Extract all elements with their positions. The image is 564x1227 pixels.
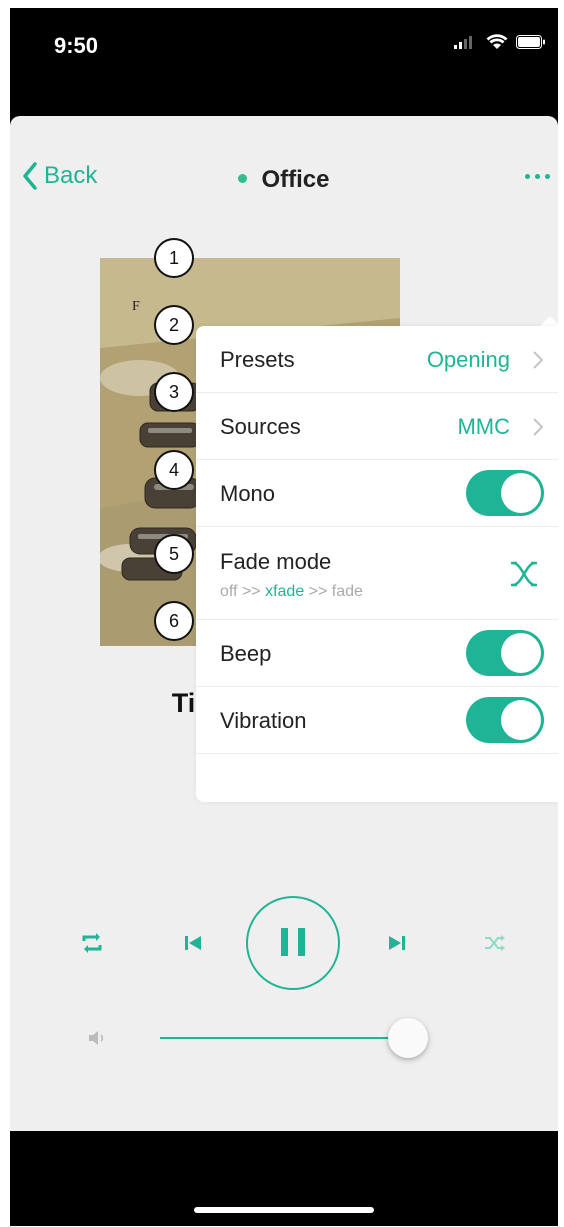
- menu-item-presets[interactable]: Presets Opening: [196, 326, 558, 393]
- menu-item-sources[interactable]: Sources MMC: [196, 393, 558, 460]
- next-track-button[interactable]: [388, 934, 406, 957]
- repeat-icon: [82, 933, 102, 953]
- menu-item-label: Vibration: [220, 708, 307, 733]
- previous-track-button[interactable]: [184, 934, 202, 957]
- sources-value: MMC: [457, 414, 510, 439]
- vibration-toggle[interactable]: [466, 697, 544, 743]
- album-art-mark: F: [132, 299, 140, 314]
- status-time: 9:50: [54, 33, 99, 58]
- status-bar: 9:50: [10, 8, 558, 116]
- annotation-number-4: 4: [154, 450, 194, 490]
- crossfade-icon: [511, 561, 537, 587]
- chevron-right-icon: [533, 418, 544, 436]
- wifi-icon: [486, 34, 508, 49]
- skip-back-icon: [185, 936, 201, 950]
- chevron-right-icon: [533, 351, 544, 369]
- room-title: Office: [10, 166, 558, 194]
- fade-mode-options: off >> xfade >> fade: [220, 583, 363, 601]
- annotation-number-6: 6: [154, 601, 194, 641]
- annotation-number-5: 5: [154, 534, 194, 574]
- fade-option-xfade: xfade: [265, 583, 305, 600]
- repeat-button[interactable]: [80, 930, 104, 961]
- playback-controls: [10, 896, 558, 996]
- pause-button[interactable]: [246, 896, 340, 990]
- more-dot-icon: [545, 174, 550, 179]
- shuffle-button[interactable]: [484, 934, 506, 957]
- menu-item-fade-mode[interactable]: Fade mode off >> xfade >> fade: [196, 527, 558, 620]
- nav-bar: Back Office: [10, 116, 558, 246]
- toggle-knob: [501, 473, 541, 513]
- menu-item-vibration: Vibration: [196, 687, 558, 754]
- more-options-button[interactable]: [525, 174, 550, 179]
- battery-icon: [516, 35, 545, 49]
- annotation-number-1: 1: [154, 238, 194, 278]
- options-menu: Presets Opening Sources MMC Mono Fade mo…: [196, 326, 558, 802]
- room-title-text: Office: [261, 166, 330, 193]
- fade-option-off: off >>: [220, 583, 266, 600]
- beep-toggle[interactable]: [466, 630, 544, 676]
- shuffle-icon: [485, 935, 505, 951]
- pause-icon: [281, 928, 305, 956]
- menu-item-mono: Mono: [196, 460, 558, 527]
- toggle-knob: [501, 700, 541, 740]
- volume-slider-handle[interactable]: [388, 1018, 429, 1058]
- player-screen: Back Office F Presets Opening Sources MM…: [10, 116, 558, 1131]
- mono-toggle[interactable]: [466, 470, 544, 516]
- menu-item-label: Fade mode: [220, 549, 332, 574]
- volume-control: [10, 1018, 558, 1058]
- presets-value: Opening: [426, 347, 510, 372]
- signal-icon: [454, 36, 472, 49]
- skip-forward-icon: [389, 936, 405, 950]
- more-dot-icon: [525, 174, 530, 179]
- more-dot-icon: [535, 174, 540, 179]
- volume-low-icon: [88, 1030, 106, 1051]
- status-icons: [454, 34, 546, 50]
- volume-slider-track[interactable]: [160, 1037, 409, 1039]
- menu-item-label: Sources: [220, 414, 301, 439]
- online-status-dot: [238, 174, 248, 184]
- menu-item-label: Mono: [220, 481, 276, 506]
- fade-option-fade: >> fade: [304, 583, 363, 600]
- menu-item-label: Presets: [220, 347, 295, 372]
- home-indicator[interactable]: [194, 1207, 374, 1213]
- toggle-knob: [501, 633, 541, 673]
- phone-frame: 9:50 Back Office F Presets Opening Sourc…: [10, 8, 558, 1226]
- menu-item-beep: Beep: [196, 620, 558, 687]
- annotation-number-2: 2: [154, 305, 194, 345]
- menu-item-label: Beep: [220, 641, 272, 666]
- annotation-number-3: 3: [154, 372, 194, 412]
